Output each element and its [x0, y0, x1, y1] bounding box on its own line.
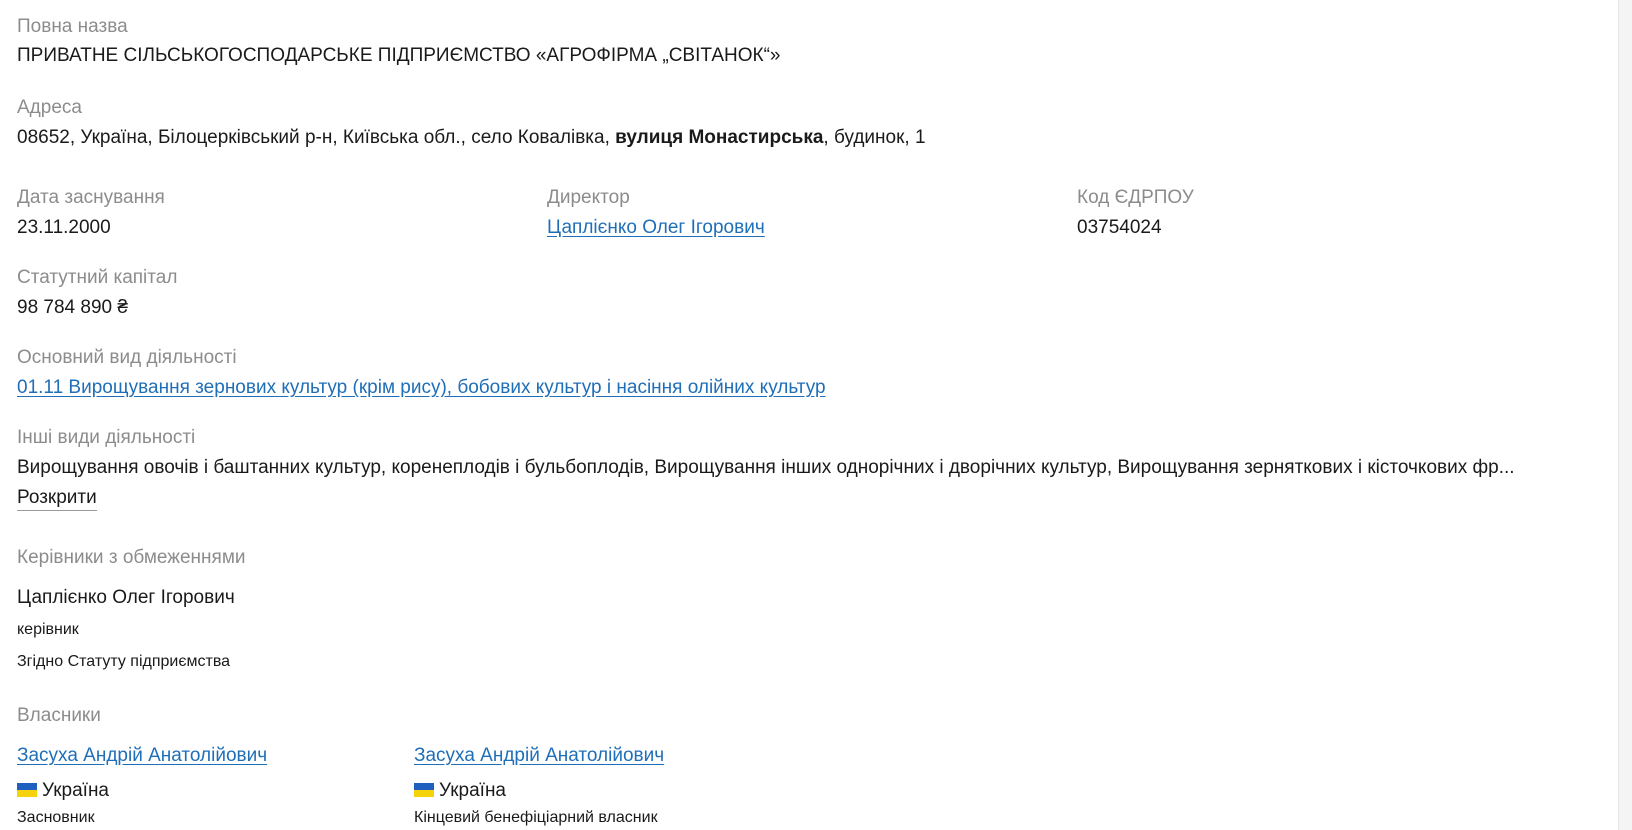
owner-2-country-name: Україна	[439, 780, 507, 801]
owner-1-country: Україна	[17, 780, 109, 802]
full-name-label: Повна назва	[17, 16, 128, 37]
capital-label: Статутний капітал	[17, 267, 178, 288]
manager-role: керівник	[17, 621, 79, 638]
owners-label: Власники	[17, 705, 101, 726]
company-card: Повна назва ПРИВАТНЕ СІЛЬСЬКОГОСПОДАРСЬК…	[17, 0, 1607, 830]
founded-value: 23.11.2000	[17, 217, 111, 238]
full-name-value: ПРИВАТНЕ СІЛЬСЬКОГОСПОДАРСЬКЕ ПІДПРИЄМСТ…	[17, 45, 781, 66]
ukraine-flag-icon	[17, 783, 37, 797]
owner-1-link[interactable]: Засуха Андрій Анатолійович	[17, 745, 267, 767]
address-prefix: 08652, Україна, Білоцерківський р-н, Киї…	[17, 127, 616, 148]
vertical-scrollbar[interactable]	[1618, 0, 1632, 830]
expand-button[interactable]: Розкрити	[17, 487, 97, 511]
edrpou-value: 03754024	[1077, 217, 1162, 238]
other-activities-label: Інші види діяльності	[17, 427, 196, 448]
manager-note: Згідно Статуту підприємства	[17, 653, 231, 670]
manager-name: Цаплієнко Олег Ігорович	[17, 587, 235, 608]
director-label: Директор	[547, 187, 630, 208]
main-activity-label: Основний вид діяльності	[17, 347, 237, 368]
address-suffix: , будинок, 1	[823, 127, 926, 148]
managers-label: Керівники з обмеженнями	[17, 547, 246, 568]
other-activities-value: Вирощування овочів і баштанних культур, …	[17, 457, 1515, 478]
owner-2-link[interactable]: Засуха Андрій Анатолійович	[414, 745, 664, 767]
capital-value: 98 784 890 ₴	[17, 297, 128, 318]
address-label: Адреса	[17, 97, 82, 118]
director-link[interactable]: Цаплієнко Олег Ігорович	[547, 217, 765, 239]
address-street: вулиця Монастирська	[615, 127, 824, 148]
ukraine-flag-icon	[414, 783, 434, 797]
address-value: 08652, Україна, Білоцерківський р-н, Киї…	[17, 127, 926, 149]
edrpou-label: Код ЄДРПОУ	[1077, 187, 1194, 208]
owner-1-role: Засновник	[17, 809, 95, 826]
owner-1-country-name: Україна	[42, 780, 110, 801]
main-activity-link[interactable]: 01.11 Вирощування зернових культур (крім…	[17, 377, 826, 399]
owner-2-role: Кінцевий бенефіціарний власник	[414, 809, 658, 826]
owner-2-country: Україна	[414, 780, 506, 802]
founded-label: Дата заснування	[17, 187, 165, 208]
